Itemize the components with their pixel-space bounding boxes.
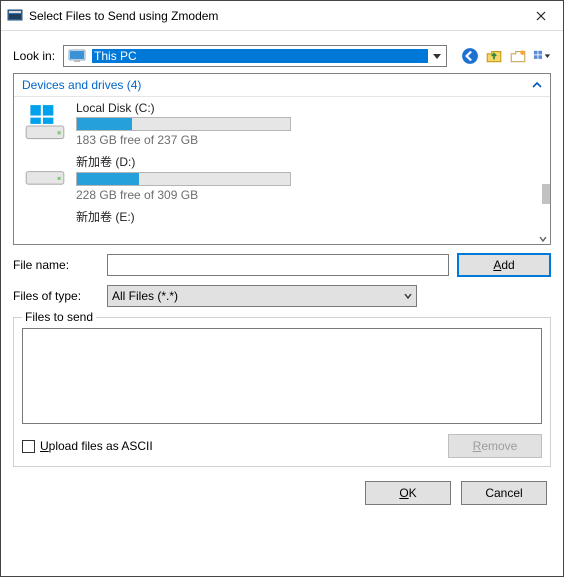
remove-button[interactable]: Remove (448, 434, 542, 458)
drive-item[interactable]: Local Disk (C:) 183 GB free of 237 GB (22, 101, 550, 147)
this-pc-icon (68, 49, 88, 63)
drive-usage-bar (76, 117, 291, 131)
section-title-prefix: Devices and drives ( (22, 78, 131, 92)
drive-name: 新加卷 (D:) (76, 153, 291, 170)
devices-section-title: Devices and drives (4) (22, 78, 141, 92)
filetype-value: All Files (*.*) (112, 289, 178, 303)
drive-free-text: 228 GB free of 309 GB (76, 188, 291, 202)
drive-item[interactable]: 新加卷 (D:) 228 GB free of 309 GB (22, 153, 550, 202)
filetype-row: Files of type: All Files (*.*) (1, 277, 563, 307)
drive-info: Local Disk (C:) 183 GB free of 237 GB (76, 101, 291, 147)
drive-data-icon (22, 210, 68, 226)
section-collapse-icon[interactable] (532, 82, 542, 88)
ok-button[interactable]: OK (365, 481, 451, 505)
drive-data-icon (22, 158, 68, 198)
back-button[interactable] (461, 47, 479, 65)
cancel-button-label: Cancel (485, 486, 522, 500)
drive-info: 新加卷 (E:) (76, 208, 135, 227)
add-button[interactable]: Add (457, 253, 551, 277)
filename-row: File name: Add (1, 245, 563, 277)
filetype-combo[interactable]: All Files (*.*) (107, 285, 417, 307)
upload-ascii-label: Upload files as ASCII (40, 439, 153, 453)
filetype-label: Files of type: (13, 289, 99, 303)
cancel-button[interactable]: Cancel (461, 481, 547, 505)
add-button-label: Add (493, 258, 514, 272)
window-title: Select Files to Send using Zmodem (29, 9, 518, 23)
upload-ascii-checkbox[interactable]: Upload files as ASCII (22, 439, 153, 453)
ok-button-label: OK (399, 486, 416, 500)
lookin-drop-icon[interactable] (428, 46, 446, 66)
lookin-value: This PC (92, 49, 428, 63)
drive-list: Local Disk (C:) 183 GB free of 237 GB 新加… (14, 97, 550, 227)
up-one-level-button[interactable] (485, 47, 503, 65)
new-folder-button[interactable] (509, 47, 527, 65)
drive-usage-bar (76, 172, 291, 186)
drive-info: 新加卷 (D:) 228 GB free of 309 GB (76, 153, 291, 202)
file-browser[interactable]: Devices and drives (4) Local Disk (C:) (13, 73, 551, 245)
lookin-label: Look in: (13, 49, 55, 63)
remove-button-label: Remove (473, 439, 518, 453)
drive-system-icon (22, 104, 68, 144)
drive-name: 新加卷 (E:) (76, 208, 135, 225)
files-to-send-group: Files to send Upload files as ASCII Remo… (13, 317, 551, 467)
checkbox-box (22, 440, 35, 453)
chevron-down-icon (404, 294, 412, 299)
dialog-buttons: OK Cancel (1, 467, 563, 505)
app-icon (7, 8, 23, 24)
drive-free-text: 183 GB free of 237 GB (76, 133, 291, 147)
close-button[interactable] (518, 1, 563, 31)
devices-section-header[interactable]: Devices and drives (4) (14, 74, 550, 97)
drive-name: Local Disk (C:) (76, 101, 291, 115)
scrollbar-down-icon[interactable] (539, 237, 547, 242)
lookin-row: Look in: This PC (1, 31, 563, 73)
group-bottom-row: Upload files as ASCII Remove (22, 434, 542, 458)
toolbar-icons (461, 47, 551, 65)
drive-item[interactable]: 新加卷 (E:) (22, 208, 550, 227)
title-bar: Select Files to Send using Zmodem (1, 1, 563, 31)
files-to-send-list[interactable] (22, 328, 542, 424)
view-menu-button[interactable] (533, 47, 551, 65)
scrollbar-thumb[interactable] (542, 184, 550, 204)
lookin-combo[interactable]: This PC (63, 45, 447, 67)
files-to-send-legend: Files to send (22, 310, 96, 324)
section-title-suffix: ) (137, 78, 141, 92)
filename-input[interactable] (107, 254, 449, 276)
filename-label: File name: (13, 258, 99, 272)
